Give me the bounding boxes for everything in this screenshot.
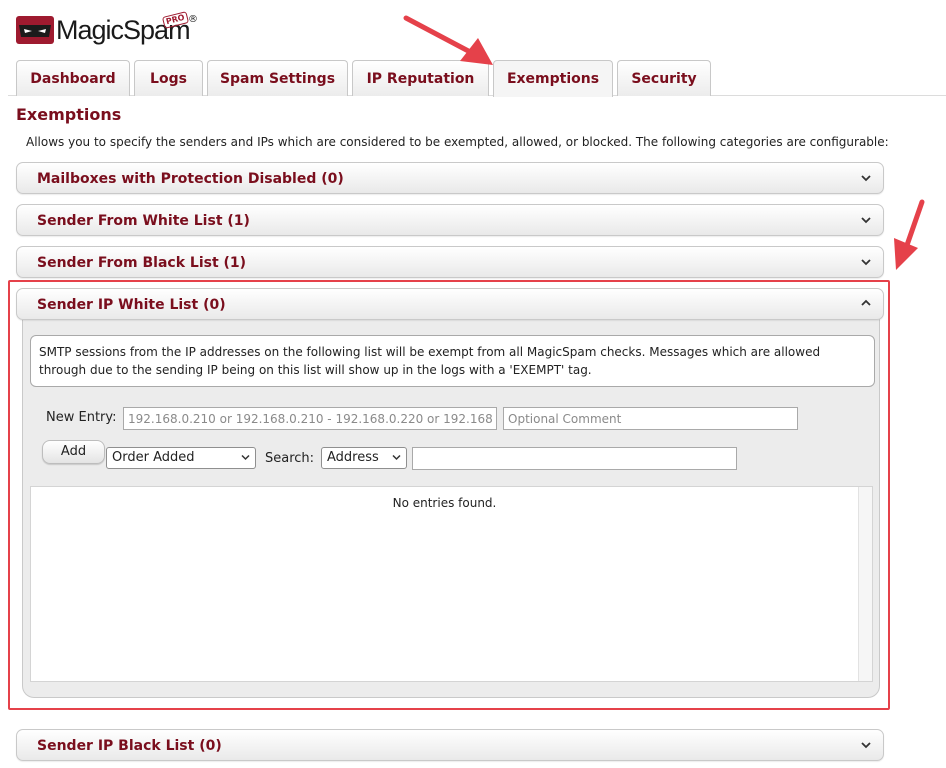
section-label: Sender From Black List (1) xyxy=(37,255,247,271)
list-scrollbar[interactable] xyxy=(858,487,872,681)
search-input[interactable] xyxy=(412,447,737,470)
search-field-value: Address xyxy=(327,450,379,465)
section-label: Sender IP White List (0) xyxy=(37,297,226,313)
sort-by-select[interactable]: Order Added xyxy=(106,447,256,469)
chevron-down-icon xyxy=(861,742,871,749)
section-label: Sender From White List (1) xyxy=(37,213,250,229)
chevron-down-icon xyxy=(861,259,871,266)
new-entry-ip-input[interactable] xyxy=(123,407,497,430)
chevron-down-icon xyxy=(241,454,250,461)
tab-dashboard[interactable]: Dashboard xyxy=(16,60,130,96)
section-sender-ip-white-list[interactable]: Sender IP White List (0) xyxy=(16,288,884,320)
chevron-down-icon xyxy=(861,175,871,182)
tab-spam-settings[interactable]: Spam Settings xyxy=(207,60,348,96)
annotation-arrow-icon xyxy=(894,199,925,270)
tab-ip-reputation[interactable]: IP Reputation xyxy=(352,60,489,96)
sort-by-value: Order Added xyxy=(112,450,195,465)
section-label: Mailboxes with Protection Disabled (0) xyxy=(37,171,344,187)
section-mailboxes-protection-disabled[interactable]: Mailboxes with Protection Disabled (0) xyxy=(16,162,884,194)
tab-logs[interactable]: Logs xyxy=(134,60,203,96)
search-label: Search: xyxy=(265,451,315,466)
add-button[interactable]: Add xyxy=(42,440,105,464)
page-title: Exemptions xyxy=(16,105,122,124)
entries-list: No entries found. xyxy=(30,486,873,682)
section-sender-ip-black-list[interactable]: Sender IP Black List (0) xyxy=(16,729,884,761)
search-field-select[interactable]: Address xyxy=(321,447,407,469)
optional-comment-input[interactable] xyxy=(503,407,798,430)
section-sender-from-black-list[interactable]: Sender From Black List (1) xyxy=(16,246,884,278)
logo-registered-mark: ® xyxy=(188,14,198,25)
magicspam-logo: MagicSpam PRO ® xyxy=(16,11,198,50)
page-description: Allows you to specify the senders and IP… xyxy=(26,135,889,149)
chevron-down-icon xyxy=(392,454,401,461)
tab-security[interactable]: Security xyxy=(617,60,711,96)
chevron-down-icon xyxy=(861,217,871,224)
ip-white-list-description: SMTP sessions from the IP addresses on t… xyxy=(30,335,875,387)
chevron-up-icon xyxy=(861,299,871,306)
section-label: Sender IP Black List (0) xyxy=(37,738,222,754)
new-entry-label: New Entry: xyxy=(46,410,117,425)
section-sender-from-white-list[interactable]: Sender From White List (1) xyxy=(16,204,884,236)
empty-message: No entries found. xyxy=(392,496,497,510)
tab-exemptions[interactable]: Exemptions xyxy=(493,60,613,97)
ninja-logo-icon xyxy=(16,16,54,44)
